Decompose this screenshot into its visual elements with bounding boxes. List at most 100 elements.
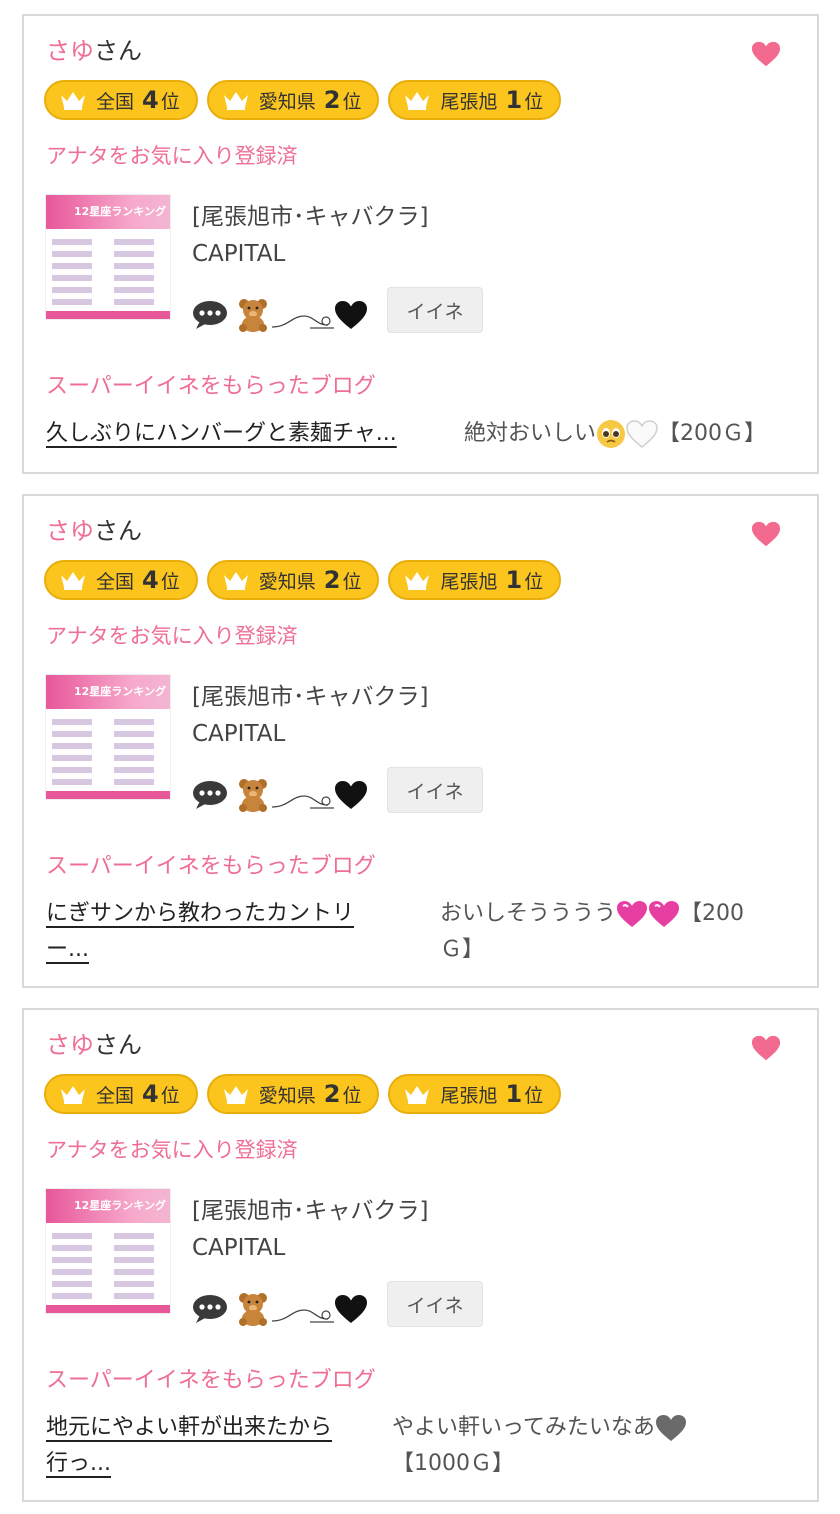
shop-area: [尾張旭市･キャバクラ] [192,204,429,230]
badge-rank: 1 [505,86,523,114]
like-button[interactable]: イイネ [387,1281,483,1327]
blog-comment: やよい軒いってみたいなあ 【1000Ｇ】 [392,1410,762,1482]
blog-link[interactable]: にぎサンから教わったカントリ ー... [46,896,354,968]
blog-link[interactable]: 地元にやよい軒が出来たから 行っ... [46,1410,332,1482]
badge-label: 全国 [96,90,135,113]
speech-bubble-icon[interactable] [192,780,228,810]
black-heart-icon [334,780,368,810]
shop-info[interactable]: [尾張旭市･キャバクラ] CAPITAL [192,1193,428,1267]
blog-title-line-1[interactable]: にぎサンから教わったカントリ [46,896,354,932]
badge-suffix: 位 [342,570,362,593]
user-name-text[interactable]: さゆ [46,517,94,545]
ranking-card-3[interactable]: さゆさん 全国 4 位 愛知県 2 位 尾張旭 1 位 アナタをお気に入り登録済… [22,1008,819,1502]
ranking-card-2[interactable]: さゆさん 全国 4 位 愛知県 2 位 尾張旭 1 位 アナタをお気に入り登録済… [22,494,819,988]
user-name-text[interactable]: さゆ [46,1031,94,1059]
line-decoration-icon [270,780,334,810]
crown-icon [404,570,430,590]
shop-name: CAPITAL [192,721,286,747]
shop-info[interactable]: [尾張旭市･キャバクラ] CAPITAL [192,679,428,753]
super-like-heading: スーパーイイネをもらったブログ [46,854,376,879]
shop-name: CAPITAL [192,241,286,267]
rank-badge-national[interactable]: 全国 4 位 [44,560,198,600]
user-name[interactable]: さゆさん [46,1030,142,1060]
blog-title-line-1[interactable]: 地元にやよい軒が出来たから [46,1410,332,1446]
favorite-status: アナタをお気に入り登録済 [46,144,298,168]
like-button[interactable]: イイネ [387,287,483,333]
rank-badge-prefecture[interactable]: 愛知県 2 位 [206,560,380,600]
badge-label: 尾張旭 [440,90,498,113]
crown-icon [223,90,249,110]
rank-badge-area[interactable]: 尾張旭 1 位 [388,80,562,120]
shop-name: CAPITAL [192,1235,286,1261]
badge-label: 愛知県 [258,90,316,113]
comment-points-line-1: 【200 [680,901,745,926]
pink-heart-icon [648,900,680,928]
speech-bubble-icon[interactable] [192,300,228,330]
grey-heart-icon [655,1414,687,1442]
rank-badge-national[interactable]: 全国 4 位 [44,1074,198,1114]
thumbnail-title: 12星座ランキング [74,205,166,218]
heart-icon[interactable] [751,1034,781,1062]
black-heart-icon [334,1294,368,1324]
rank-badge-area[interactable]: 尾張旭 1 位 [388,560,562,600]
like-button[interactable]: イイネ [387,767,483,813]
thumbnail-title: 12星座ランキング [74,1199,166,1212]
status-emojis [192,778,368,812]
super-like-heading: スーパーイイネをもらったブログ [46,374,376,399]
badge-rank: 4 [142,86,159,114]
rank-badge-prefecture[interactable]: 愛知県 2 位 [206,1074,380,1114]
speech-bubble-icon[interactable] [192,1294,228,1324]
white-heart-icon [626,420,658,448]
comment-points-line-2: Ｇ】 [440,937,485,962]
comment-text: おいしそうううう [440,901,617,926]
line-decoration-icon [270,1294,334,1324]
shop-area: [尾張旭市･キャバクラ] [192,684,429,710]
crown-icon [60,1084,86,1104]
blog-title-line-2[interactable]: 行っ... [46,1446,332,1482]
rank-badges: 全国 4 位 愛知県 2 位 尾張旭 1 位 [44,1074,562,1114]
honorific: さん [94,1031,142,1059]
profile-thumbnail[interactable]: 12星座ランキング [45,194,171,320]
blog-comment: 絶対おいしい 【200Ｇ】 [464,416,766,452]
user-name[interactable]: さゆさん [46,36,142,66]
shop-area: [尾張旭市･キャバクラ] [192,1198,429,1224]
profile-thumbnail[interactable]: 12星座ランキング [45,674,171,800]
badge-label: 尾張旭 [440,570,498,593]
heart-icon[interactable] [751,40,781,68]
badge-suffix: 位 [160,570,180,593]
super-like-heading: スーパーイイネをもらったブログ [46,1368,376,1393]
crown-icon [404,1084,430,1104]
rank-badge-area[interactable]: 尾張旭 1 位 [388,1074,562,1114]
blog-comment: おいしそうううう 【200 Ｇ】 [440,896,770,968]
badge-rank: 4 [142,1080,159,1108]
profile-thumbnail[interactable]: 12星座ランキング [45,1188,171,1314]
comment-points: 【200Ｇ】 [658,421,767,446]
heart-icon[interactable] [751,520,781,548]
user-name[interactable]: さゆさん [46,516,142,546]
rank-badge-prefecture[interactable]: 愛知県 2 位 [206,80,380,120]
blog-title-line-2[interactable]: ー... [46,932,354,968]
comment-text: 絶対おいしい [464,421,597,446]
teddy-bear-icon [236,778,270,812]
shop-info[interactable]: [尾張旭市･キャバクラ] CAPITAL [192,199,428,273]
crown-icon [223,1084,249,1104]
badge-label: 愛知県 [258,570,316,593]
badge-suffix: 位 [342,1084,362,1107]
user-name-text[interactable]: さゆ [46,37,94,65]
badge-rank: 4 [142,566,159,594]
status-emojis [192,1292,368,1326]
badge-rank: 2 [323,1080,341,1108]
badge-rank: 1 [505,1080,523,1108]
comment-text: やよい軒いってみたいなあ [392,1415,655,1440]
badge-rank: 2 [323,566,341,594]
blog-link[interactable]: 久しぶりにハンバーグと素麺チャ... [46,416,397,452]
badge-suffix: 位 [160,1084,180,1107]
crown-icon [223,570,249,590]
rank-badges: 全国 4 位 愛知県 2 位 尾張旭 1 位 [44,80,562,120]
badge-suffix: 位 [342,90,362,113]
rank-badge-national[interactable]: 全国 4 位 [44,80,198,120]
ranking-card-1[interactable]: さゆさん 全国 4 位 愛知県 2 位 尾張旭 1 位 アナタをお気に入り登録済… [22,14,819,474]
badge-suffix: 位 [524,570,544,593]
status-emojis [192,298,368,332]
crown-icon [60,90,86,110]
